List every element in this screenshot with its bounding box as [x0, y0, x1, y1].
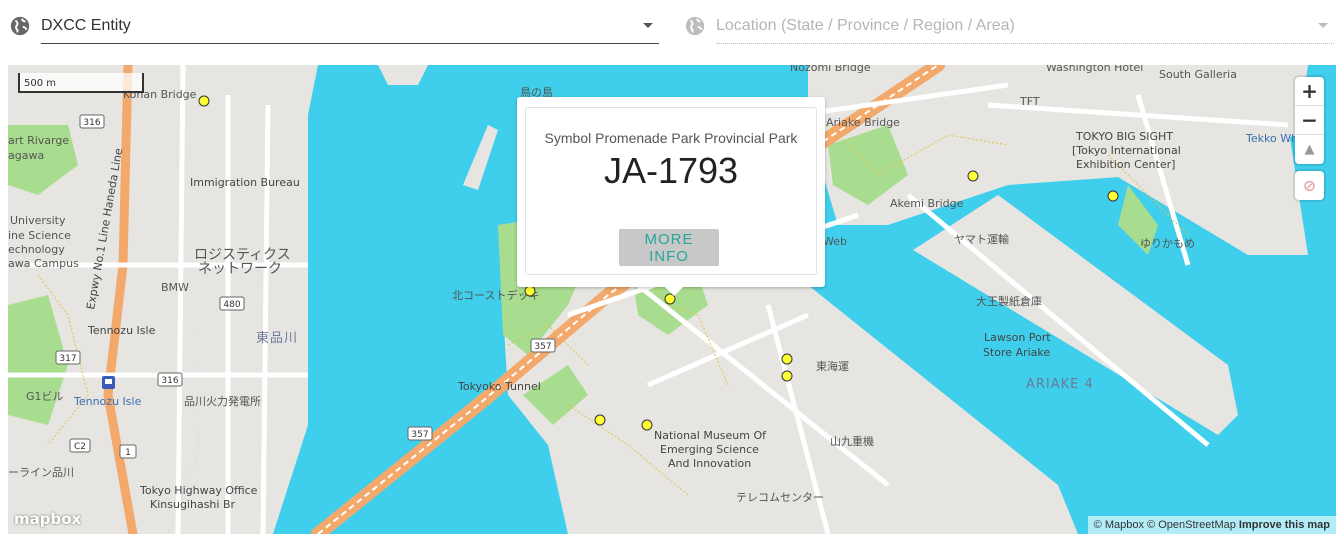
geolocate-control: ⊘ [1295, 171, 1324, 200]
label-web: Web [823, 235, 847, 248]
label-lawson-2: Store Ariake [983, 346, 1050, 359]
label-yamato: ヤマト運輸 [954, 232, 1009, 246]
label-nozomi-bridge: Nozomi Bridge [790, 65, 871, 74]
park-marker[interactable] [967, 170, 979, 182]
chevron-down-icon[interactable] [1318, 23, 1328, 28]
label-museum-2: Emerging Science [660, 443, 759, 456]
location-select[interactable]: Location (State / Province / Region / Ar… [684, 8, 1334, 44]
attribution-osm-link[interactable]: © OpenStreetMap [1147, 519, 1236, 531]
svg-text:480: 480 [223, 300, 240, 310]
zoom-in-button[interactable]: + [1295, 77, 1324, 106]
park-marker[interactable] [1107, 190, 1119, 202]
label-ariake-bridge: Ariake Bridge [826, 116, 900, 129]
location-placeholder: Location (State / Province / Region / Ar… [716, 17, 1015, 34]
label-university-4: awa Campus [8, 257, 79, 270]
mapbox-logo[interactable]: mapbox [14, 510, 81, 528]
label-oji: 大王製紙倉庫 [976, 294, 1042, 308]
geolocate-disabled-button[interactable]: ⊘ [1295, 171, 1324, 200]
label-big-sight-3: Exhibition Center] [1076, 158, 1175, 171]
train-station-icon [102, 376, 115, 389]
map-canvas[interactable]: 316 480 317 316 357 357 C2 1 Nozomi Brid… [8, 65, 1336, 534]
svg-text:357: 357 [534, 342, 551, 352]
park-marker[interactable] [594, 414, 606, 426]
label-g1: G1ビル [26, 390, 64, 403]
label-tennozu-isle-1: Tennozu Isle [87, 324, 156, 337]
park-marker[interactable] [781, 370, 793, 382]
label-higashi-kaiun: 東海運 [816, 359, 849, 373]
svg-text:1: 1 [125, 448, 131, 458]
popup-card: Symbol Promenade Park Provincial Park JA… [525, 107, 817, 275]
label-washington-hotel: Washington Hotel [1046, 65, 1143, 74]
label-tft: TFT [1019, 95, 1040, 108]
label-university-2: ine Science [8, 229, 71, 242]
zoom-control: + − ▲ [1295, 77, 1324, 164]
disabled-location-icon: ⊘ [1302, 176, 1317, 195]
park-marker[interactable] [524, 285, 536, 297]
label-lawson-1: Lawson Port [984, 331, 1051, 344]
label-museum-1: National Museum Of [654, 429, 767, 442]
land-breakwater [463, 125, 498, 190]
map-scale: 500 m [18, 73, 144, 93]
dxcc-underline [41, 43, 659, 44]
label-ariake4: ARIAKE 4 [1026, 377, 1094, 392]
label-art-rivarge: art Rivarge [8, 134, 69, 147]
label-tennozu-isle-2: Tennozu Isle [73, 395, 142, 408]
location-underline [716, 43, 1334, 44]
label-hwy-office-2: Kinsugihashi Br [150, 498, 235, 511]
improve-map-link[interactable]: Improve this map [1239, 519, 1330, 531]
mapbox-logo-text: mapbox [14, 510, 82, 528]
label-tekko: Tekko Wh [1245, 132, 1298, 145]
svg-text:316: 316 [83, 118, 100, 128]
park-marker[interactable] [641, 419, 653, 431]
label-bmw: BMW [161, 281, 189, 294]
label-akemi-bridge: Akemi Bridge [890, 197, 964, 210]
chevron-down-icon[interactable] [643, 23, 653, 28]
land-north-bit [378, 65, 428, 85]
label-higashi-shinagawa: 東品川 [256, 330, 298, 346]
label-gawa: agawa [8, 149, 44, 162]
land-ariake4 [913, 195, 1238, 435]
park-marker[interactable] [781, 353, 793, 365]
popup-park-name: Symbol Promenade Park Provincial Park [544, 130, 798, 146]
dxcc-entity-value: DXCC Entity [41, 17, 131, 34]
label-museum-3: And Innovation [668, 457, 751, 470]
popup-tip [665, 287, 683, 296]
globe-icon [10, 16, 30, 36]
label-logistics-2: ネットワーク [198, 261, 282, 277]
label-telecom: テレコムセンター [736, 491, 824, 504]
svg-text:C2: C2 [74, 442, 86, 452]
label-shinagawa-power: 品川火力発電所 [184, 394, 261, 408]
more-info-button[interactable]: MORE INFO [619, 229, 719, 266]
label-big-sight-2: [Tokyo International [1072, 144, 1181, 157]
label-university-3: echnology [8, 243, 65, 256]
label-line-shinagawa: ーライン品川 [8, 466, 74, 479]
map-attribution: © Mapbox © OpenStreetMap Improve this ma… [1087, 516, 1336, 534]
popup-park-reference: JA-1793 [603, 150, 739, 191]
park-popup: Symbol Promenade Park Provincial Park JA… [517, 97, 825, 296]
svg-text:316: 316 [161, 376, 178, 386]
label-yurikamome: ゆりかもめ [1140, 237, 1195, 250]
globe-icon [685, 16, 705, 36]
compass-button[interactable]: ▲ [1295, 135, 1324, 164]
label-university-1: University [10, 214, 66, 227]
label-immigration: Immigration Bureau [190, 176, 300, 189]
svg-text:357: 357 [411, 430, 428, 440]
label-south-galleria: South Galleria [1159, 68, 1237, 81]
attribution-mapbox-link[interactable]: © Mapbox [1094, 519, 1144, 531]
label-big-sight-1: TOKYO BIG SIGHT [1075, 130, 1173, 143]
compass-icon: ▲ [1304, 142, 1315, 157]
svg-text:317: 317 [59, 354, 76, 364]
label-sankyu: 山九重機 [830, 434, 874, 448]
park-marker[interactable] [198, 95, 210, 107]
label-hwy-office-1: Tokyo Highway Office [139, 484, 258, 497]
label-tokyoko-tunnel: Tokyoko Tunnel [457, 380, 541, 393]
zoom-out-button[interactable]: − [1295, 106, 1324, 135]
dxcc-entity-select[interactable]: DXCC Entity [9, 8, 659, 44]
